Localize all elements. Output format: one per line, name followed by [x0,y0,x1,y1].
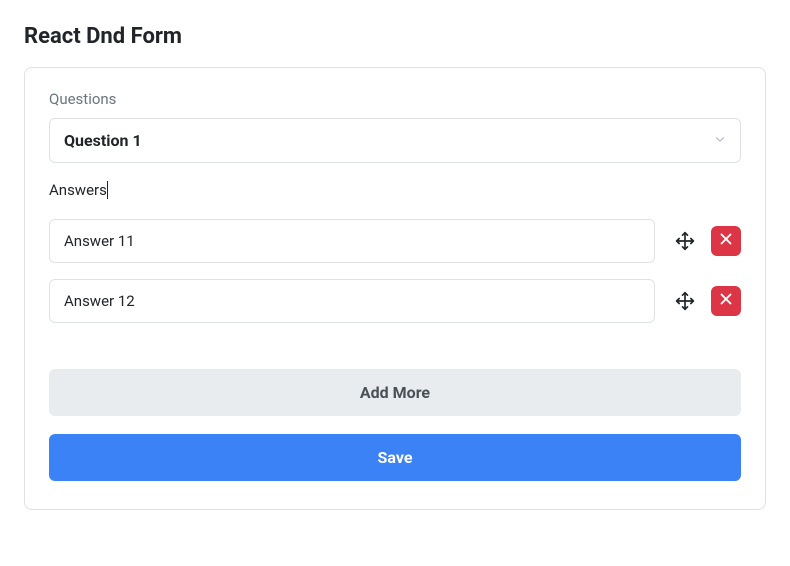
add-more-button[interactable]: Add More [49,369,741,416]
form-card: Questions Question 1 Answers [24,67,766,510]
form-actions: Add More Save [49,369,741,481]
move-icon[interactable] [673,289,697,313]
page-title: React Dnd Form [24,24,766,49]
answer-row [49,219,741,263]
move-icon[interactable] [673,229,697,253]
answers-label: Answers [49,181,107,199]
close-icon [717,230,735,252]
answer-input-2[interactable] [49,279,655,323]
question-select-value: Question 1 [49,118,741,163]
answer-input-1[interactable] [49,219,655,263]
save-button[interactable]: Save [49,434,741,481]
delete-button[interactable] [711,286,741,316]
question-select[interactable]: Question 1 [49,118,741,163]
questions-label: Questions [49,90,741,108]
delete-button[interactable] [711,226,741,256]
answers-list [49,219,741,323]
answer-row [49,279,741,323]
close-icon [717,290,735,312]
text-cursor [107,181,108,199]
